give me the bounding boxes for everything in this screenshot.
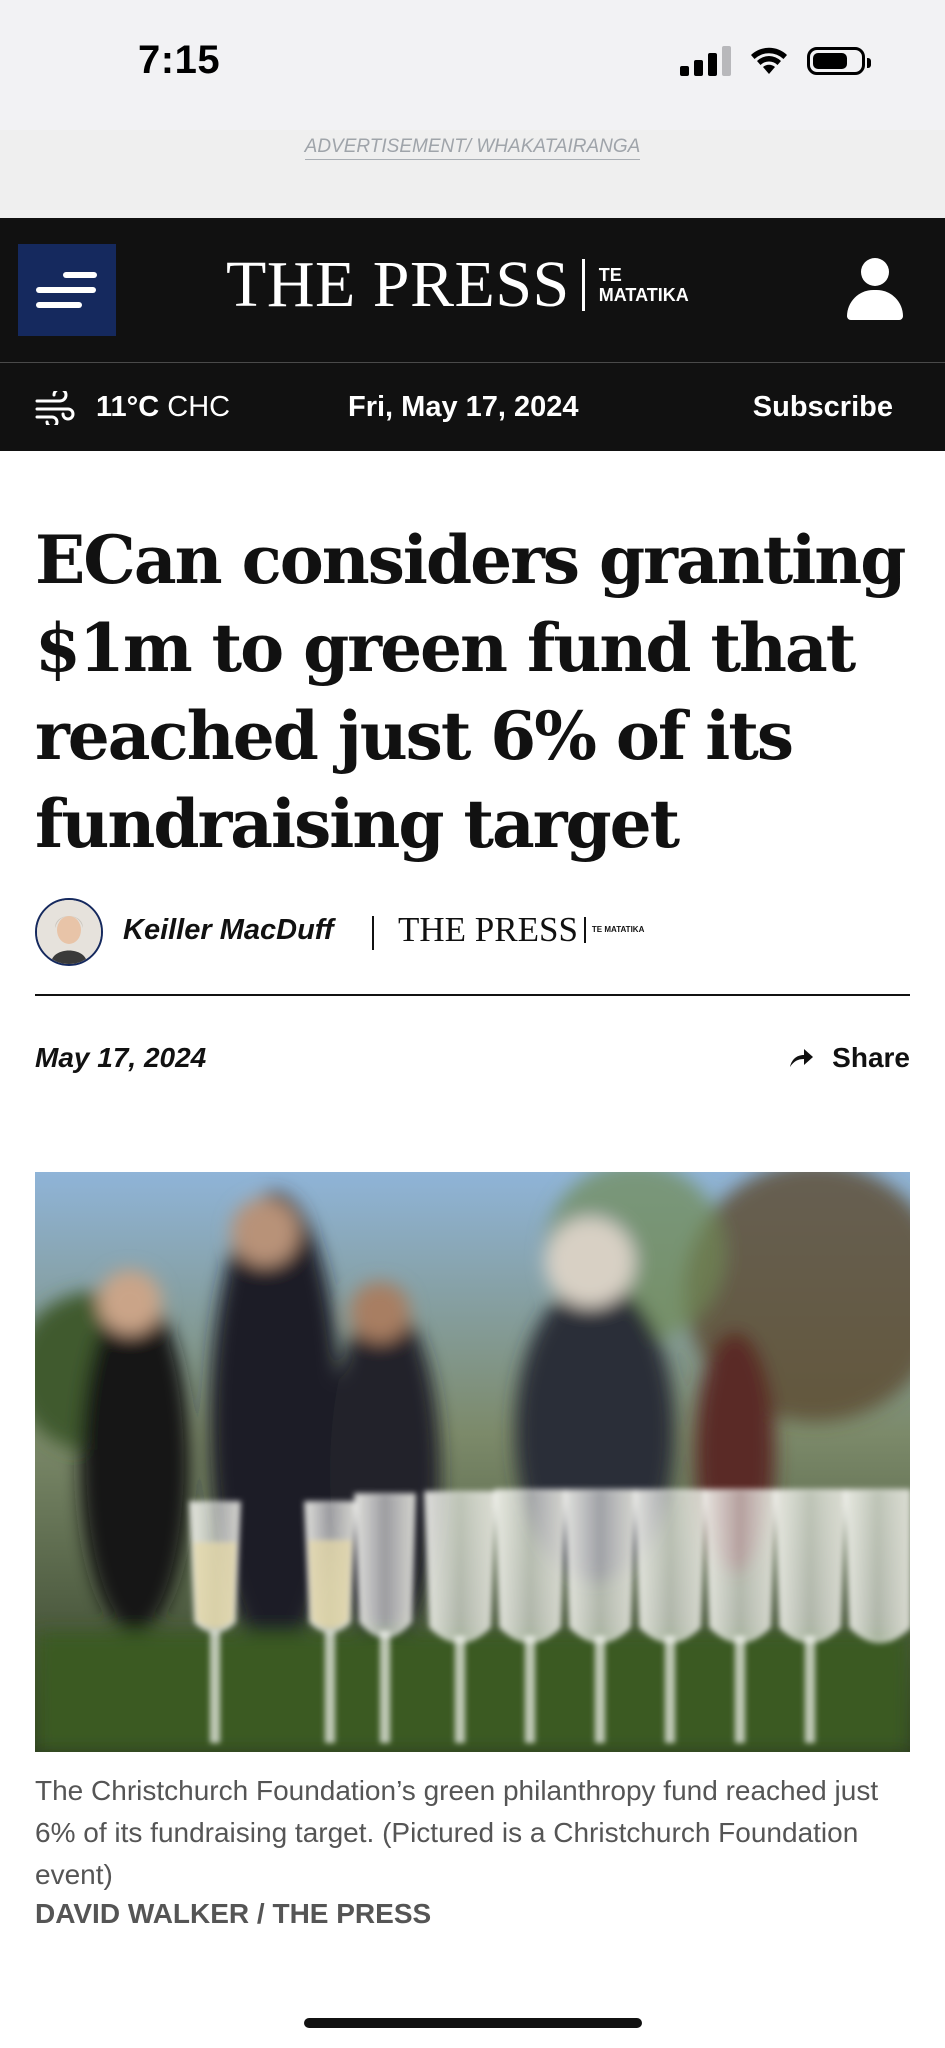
- info-bar: 11°C CHC Fri, May 17, 2024 Subscribe: [0, 363, 945, 451]
- author-name[interactable]: Keiller MacDuff: [123, 914, 334, 947]
- publish-date: May 17, 2024: [35, 1042, 207, 1073]
- wind-icon: [35, 391, 75, 425]
- cellular-signal-icon: [680, 46, 731, 76]
- logo-wordmark: THE PRESS: [226, 248, 570, 321]
- home-indicator[interactable]: [304, 2018, 642, 2028]
- logo-divider: [581, 259, 585, 311]
- status-icons: [680, 46, 871, 76]
- site-header: THE PRESS TE MATATIKA: [0, 218, 945, 363]
- byline-rule: [35, 994, 910, 996]
- status-time: 7:15: [138, 38, 221, 82]
- logo-subtitle: TE MATATIKA: [598, 265, 689, 305]
- share-arrow-icon: [790, 1049, 814, 1067]
- image-credit: DAVID WALKER / THE PRESS: [35, 1898, 432, 1929]
- byline-divider: [372, 916, 374, 950]
- advertisement-strip: ADVERTISEMENT/ WHAKATAIRANGA: [0, 130, 945, 218]
- wifi-icon: [751, 47, 787, 74]
- share-label: Share: [832, 1042, 910, 1073]
- current-date: Fri, May 17, 2024: [348, 391, 579, 423]
- article-photo[interactable]: [35, 1172, 910, 1752]
- temperature: 11°C: [96, 391, 160, 423]
- author-avatar[interactable]: [35, 898, 103, 966]
- publication-logo: THE PRESS TE MATATIKA: [398, 912, 652, 947]
- menu-button[interactable]: [18, 244, 116, 336]
- publication-wordmark: THE PRESS: [398, 910, 578, 949]
- publication-subtitle: TE MATATIKA: [591, 925, 645, 934]
- article-headline: ECan considers granting $1m to green fun…: [35, 521, 906, 863]
- subscribe-link[interactable]: Subscribe: [753, 391, 893, 424]
- status-bar: 7:15: [0, 0, 945, 130]
- site-logo[interactable]: THE PRESS TE MATATIKA: [226, 252, 709, 318]
- user-icon[interactable]: [847, 258, 903, 320]
- image-caption: The Christchurch Foundation’s green phil…: [35, 1775, 879, 1890]
- advertisement-label[interactable]: ADVERTISEMENT/ WHAKATAIRANGA: [304, 136, 641, 160]
- city-code: CHC: [167, 391, 231, 423]
- battery-icon: [807, 47, 871, 75]
- weather-readout: 11°C CHC: [96, 391, 230, 424]
- share-button[interactable]: Share: [788, 1042, 910, 1074]
